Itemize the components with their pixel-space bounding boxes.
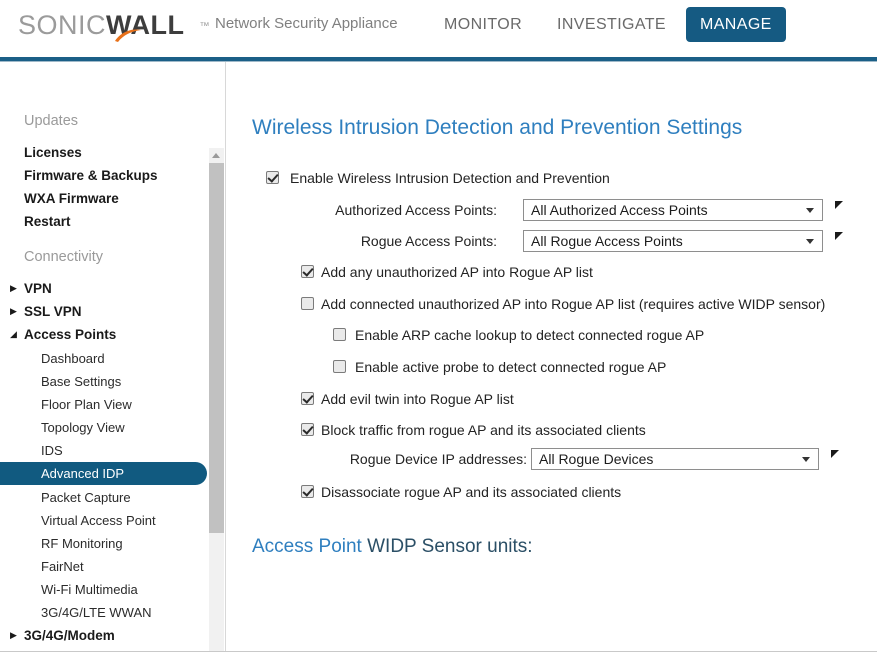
trademark-symbol: ™	[199, 21, 210, 32]
sonicwall-logo[interactable]: SONICWALL ™	[18, 8, 210, 42]
chevron-right-icon: ▶	[10, 283, 17, 293]
label-add-evil-twin: Add evil twin into Rogue AP list	[321, 391, 514, 407]
sidebar-item-licenses[interactable]: Licenses	[0, 141, 207, 164]
label-add-connected-unauthorized-ap: Add connected unauthorized AP into Rogue…	[321, 296, 826, 312]
sidebar-item-topology-view[interactable]: Topology View	[0, 416, 207, 439]
sidebar-item-label: RF Monitoring	[41, 536, 123, 551]
select-rogue-device-ip-addresses[interactable]: All Rogue Devices	[531, 448, 819, 470]
select-authorized-access-points-value: All Authorized Access Points	[531, 202, 708, 218]
sidebar-item-restart[interactable]: Restart	[0, 210, 207, 233]
checkbox-add-connected-unauthorized-ap[interactable]	[301, 297, 314, 310]
sidebar-item-label: Base Settings	[41, 374, 122, 389]
scrollbar-up-button[interactable]	[209, 148, 224, 163]
sidebar-section-connectivity: Connectivity	[24, 249, 103, 265]
sidebar-item-label: Wi-Fi Multimedia	[41, 582, 138, 597]
sidebar-item-label: IDS	[41, 443, 63, 458]
label-authorized-access-points: Authorized Access Points:	[335, 202, 497, 218]
sidebar-item-label: WXA Firmware	[24, 191, 119, 206]
chevron-right-icon: ▶	[10, 306, 17, 316]
checkbox-add-any-unauthorized-ap[interactable]	[301, 265, 314, 278]
sidebar-item-label: Dashboard	[41, 351, 105, 366]
page-title: Wireless Intrusion Detection and Prevent…	[252, 116, 743, 139]
sidebar-item-advanced-idp[interactable]: Advanced IDP	[0, 462, 207, 485]
sidebar-item-floor-plan-view[interactable]: Floor Plan View	[0, 393, 207, 416]
sidebar-item-label: Floor Plan View	[41, 397, 132, 412]
label-add-any-unauthorized-ap: Add any unauthorized AP into Rogue AP li…	[321, 264, 593, 280]
label-rogue-access-points: Rogue Access Points:	[360, 233, 497, 249]
sidebar-item-ssl-vpn[interactable]: ▶ SSL VPN	[0, 300, 207, 323]
sidebar-item-label: SSL VPN	[24, 304, 82, 319]
sidebar-item-3g-4g-lte-wwan[interactable]: 3G/4G/LTE WWAN	[0, 601, 207, 624]
chevron-right-icon: ▶	[10, 630, 17, 640]
sidebar-item-label: Firmware & Backups	[24, 168, 158, 183]
sidebar-item-vpn[interactable]: ▶ VPN	[0, 277, 207, 300]
chevron-down-icon	[806, 208, 814, 213]
product-name-label: Network Security Appliance	[215, 15, 398, 32]
sidebar-item-label: Restart	[24, 214, 71, 229]
section-title-part-b: WIDP Sensor units:	[367, 536, 533, 557]
sidebar-item-label: Virtual Access Point	[41, 513, 156, 528]
select-rogue-device-ip-addresses-value: All Rogue Devices	[539, 451, 654, 467]
label-block-traffic-rogue-ap: Block traffic from rogue AP and its asso…	[321, 422, 646, 438]
checkbox-add-evil-twin[interactable]	[301, 392, 314, 405]
nav-tab-investigate[interactable]: INVESTIGATE	[543, 7, 680, 42]
select-authorized-access-points[interactable]: All Authorized Access Points	[523, 199, 823, 221]
sidebar-item-label: FairNet	[41, 559, 84, 574]
sidebar-item-virtual-access-point[interactable]: Virtual Access Point	[0, 509, 207, 532]
sidebar-item-label: Advanced IDP	[41, 466, 125, 481]
logo-text: SONICWALL ™	[18, 8, 210, 42]
sidebar-item-label: Access Points	[24, 327, 117, 342]
chevron-down-icon	[802, 457, 810, 462]
checkbox-enable-widp[interactable]	[266, 171, 279, 184]
sidebar-item-dashboard[interactable]: Dashboard	[0, 347, 207, 370]
sidebar-item-rf-monitoring[interactable]: RF Monitoring	[0, 532, 207, 555]
chevron-up-icon	[212, 153, 220, 158]
label-enable-widp: Enable Wireless Intrusion Detection and …	[290, 170, 610, 186]
label-enable-active-probe: Enable active probe to detect connected …	[355, 359, 667, 375]
label-rogue-device-ip-addresses: Rogue Device IP addresses:	[349, 451, 527, 467]
logo-text-wall: WALL	[106, 10, 185, 40]
broken-image-icon[interactable]	[831, 450, 840, 459]
label-enable-arp-cache-lookup: Enable ARP cache lookup to detect connec…	[355, 327, 705, 343]
sidebar-item-packet-capture[interactable]: Packet Capture	[0, 486, 207, 509]
sidebar-item-label: 3G/4G/Modem	[24, 628, 115, 643]
bottom-divider	[0, 651, 877, 652]
sidebar-item-firmware-backups[interactable]: Firmware & Backups	[0, 164, 207, 187]
section-title-widp-sensor-units: Access Point WIDP Sensor units:	[252, 536, 533, 558]
sidebar-item-3g-4g-modem[interactable]: ▶ 3G/4G/Modem	[0, 624, 207, 647]
broken-image-icon[interactable]	[835, 232, 844, 241]
sidebar-item-label: Packet Capture	[41, 490, 131, 505]
checkbox-disassociate-rogue-ap[interactable]	[301, 485, 314, 498]
sidebar-item-wxa-firmware[interactable]: WXA Firmware	[0, 187, 207, 210]
scrollbar-thumb[interactable]	[209, 163, 224, 533]
main-content: Wireless Intrusion Detection and Prevent…	[227, 62, 877, 651]
nav-tab-manage[interactable]: MANAGE	[686, 7, 786, 42]
select-rogue-access-points[interactable]: All Rogue Access Points	[523, 230, 823, 252]
checkbox-block-traffic-rogue-ap[interactable]	[301, 423, 314, 436]
section-title-part-a: Access Point	[252, 536, 368, 557]
chevron-down-icon: ◢	[10, 329, 17, 339]
broken-image-icon[interactable]	[835, 201, 844, 210]
sidebar-item-label: VPN	[24, 281, 52, 296]
app-header: SONICWALL ™ Network Security Appliance M…	[0, 0, 877, 57]
sidebar-item-label: 3G/4G/LTE WWAN	[41, 605, 152, 620]
label-disassociate-rogue-ap: Disassociate rogue AP and its associated…	[321, 484, 622, 500]
sidebar-item-fairnet[interactable]: FairNet	[0, 555, 207, 578]
sidebar-nav: Updates Licenses Firmware & Backups WXA Fir…	[0, 62, 226, 651]
logo-text-sonic: SONIC	[18, 10, 107, 40]
sidebar-item-wi-fi-multimedia[interactable]: Wi-Fi Multimedia	[0, 578, 207, 601]
nav-tab-monitor[interactable]: MONITOR	[430, 7, 536, 42]
select-rogue-access-points-value: All Rogue Access Points	[531, 233, 683, 249]
checkbox-enable-active-probe[interactable]	[333, 360, 346, 373]
sidebar-item-label: Topology View	[41, 420, 125, 435]
sidebar-item-base-settings[interactable]: Base Settings	[0, 370, 207, 393]
sidebar-section-updates: Updates	[24, 113, 79, 129]
checkbox-enable-arp-cache-lookup[interactable]	[333, 328, 346, 341]
sidebar-item-access-points[interactable]: ◢ Access Points	[0, 323, 207, 346]
sidebar-item-ids[interactable]: IDS	[0, 439, 207, 462]
sidebar-item-label: Licenses	[24, 145, 82, 160]
chevron-down-icon	[806, 239, 814, 244]
